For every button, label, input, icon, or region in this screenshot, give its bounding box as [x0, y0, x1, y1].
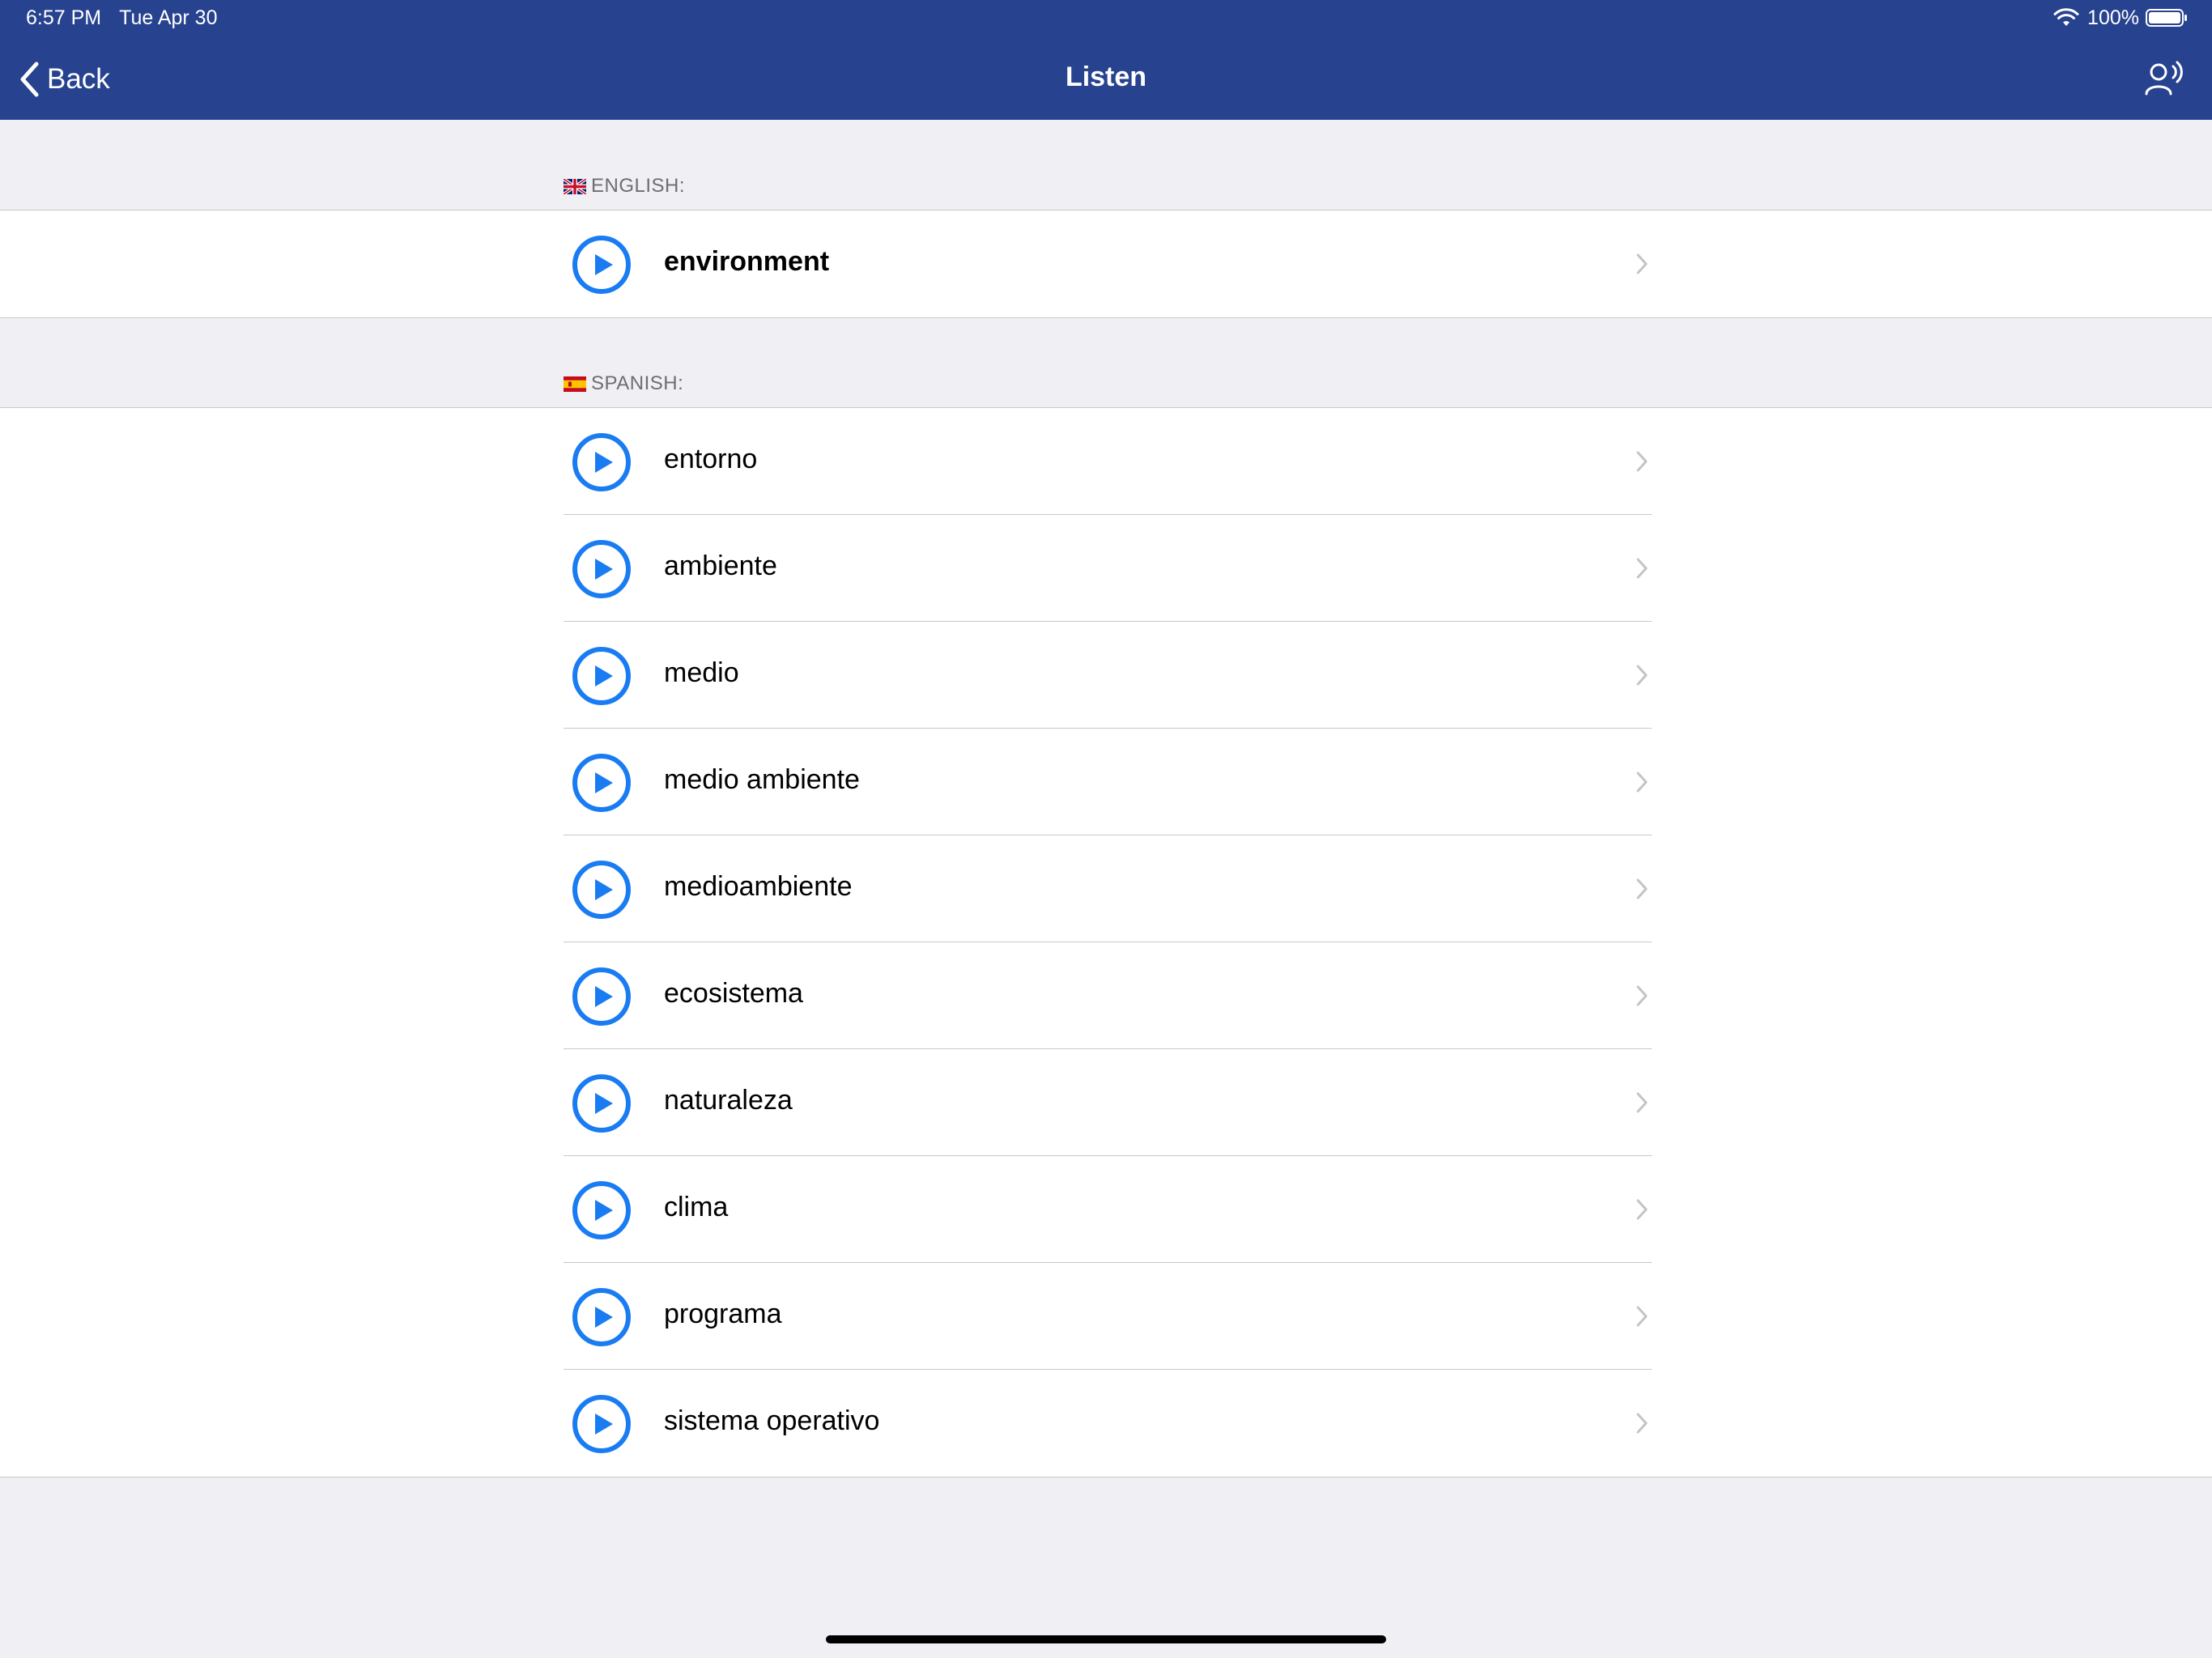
list-item[interactable]: ecosistema [0, 942, 2212, 1049]
english-list: environment [0, 210, 2212, 318]
list-item[interactable]: clima [0, 1156, 2212, 1263]
uk-flag-icon [564, 178, 586, 194]
battery-icon [2146, 9, 2187, 27]
list-item[interactable]: entorno [0, 408, 2212, 515]
chevron-right-icon [1636, 878, 1648, 899]
chevron-right-icon [1636, 253, 1648, 274]
home-indicator[interactable] [826, 1635, 1386, 1643]
status-time: 6:57 PM [26, 6, 102, 29]
list-item[interactable]: medioambiente [0, 835, 2212, 942]
list-item-label: medio [664, 657, 739, 688]
play-circle-icon[interactable] [572, 1287, 632, 1347]
list-item-label: environment [664, 246, 830, 277]
chevron-right-icon [1636, 985, 1648, 1006]
chevron-right-icon [1636, 1413, 1648, 1434]
list-item-label: entorno [664, 444, 758, 474]
battery-percentage: 100% [2087, 6, 2139, 29]
status-date: Tue Apr 30 [119, 6, 218, 29]
list-item[interactable]: sistema operativo [0, 1370, 2212, 1477]
play-circle-icon[interactable] [572, 860, 632, 920]
chevron-right-icon [1636, 665, 1648, 686]
spanish-list: entorno ambiente medio medio ambiente me… [0, 407, 2212, 1477]
status-bar-time: 6:57 PM Tue Apr 30 [26, 6, 217, 30]
status-bar-right: 100% [2053, 5, 2188, 31]
navigation-bar: 6:57 PM Tue Apr 30 100% Back Listen [0, 0, 2212, 120]
page-title: Listen [1065, 62, 1147, 92]
chevron-right-icon [1636, 451, 1648, 472]
play-circle-icon[interactable] [572, 646, 632, 706]
section-header-label: SPANISH: [591, 372, 684, 394]
list-item-label: ecosistema [664, 978, 803, 1009]
list-item-label: naturaleza [664, 1085, 793, 1116]
chevron-right-icon [1636, 772, 1648, 793]
play-circle-icon[interactable] [572, 1394, 632, 1454]
chevron-right-icon [1636, 558, 1648, 579]
play-circle-icon[interactable] [572, 1180, 632, 1240]
play-circle-icon[interactable] [572, 432, 632, 492]
spain-flag-icon [564, 376, 586, 392]
speaking-person-icon[interactable] [2144, 60, 2183, 97]
list-item[interactable]: medio [0, 622, 2212, 729]
list-item-label: programa [664, 1299, 782, 1329]
chevron-right-icon [1636, 1199, 1648, 1220]
play-circle-icon[interactable] [572, 1073, 632, 1133]
play-circle-icon[interactable] [572, 753, 632, 813]
list-item[interactable]: medio ambiente [0, 729, 2212, 835]
list-item[interactable]: naturaleza [0, 1049, 2212, 1156]
wifi-icon [2053, 8, 2079, 26]
list-item-label: ambiente [664, 551, 777, 581]
chevron-right-icon [1636, 1092, 1648, 1113]
list-item-label: medio ambiente [664, 764, 860, 795]
list-item[interactable]: programa [0, 1263, 2212, 1370]
section-header-english: ENGLISH: [564, 170, 685, 202]
section-header-label: ENGLISH: [591, 175, 686, 197]
section-header-spanish: SPANISH: [564, 368, 683, 400]
play-circle-icon[interactable] [572, 235, 632, 295]
play-circle-icon[interactable] [572, 967, 632, 1027]
list-item-label: clima [664, 1192, 729, 1222]
chevron-right-icon [1636, 1306, 1648, 1327]
list-item[interactable]: environment [0, 210, 2212, 317]
play-circle-icon[interactable] [572, 539, 632, 599]
list-item[interactable]: ambiente [0, 515, 2212, 622]
list-item-label: sistema operativo [664, 1405, 880, 1436]
list-item-label: medioambiente [664, 871, 853, 902]
